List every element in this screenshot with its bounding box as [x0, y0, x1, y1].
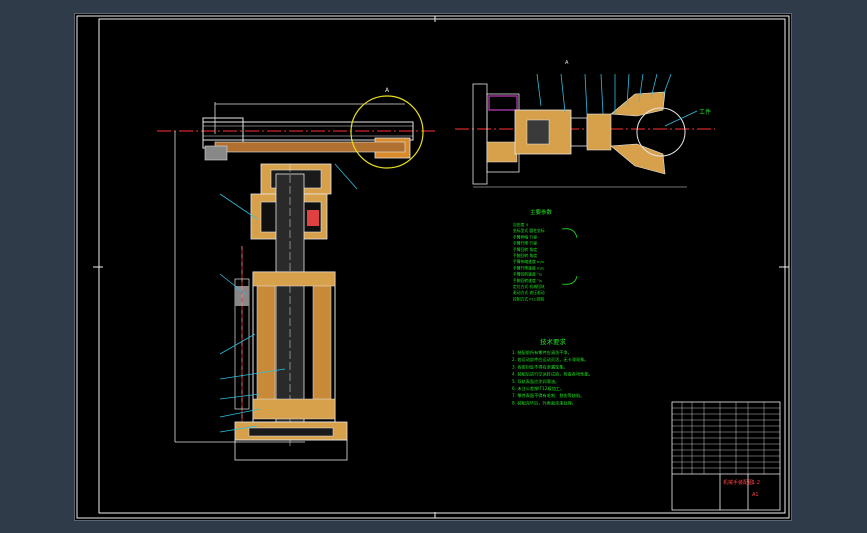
tech-line: 4. 装配后进行空运转试验，检查各项性能。	[512, 371, 593, 378]
spec-line: 手腕回转速度 °/s	[513, 278, 542, 283]
spec-line: 驱动方式 液压驱动	[513, 290, 545, 295]
workpiece-label: 工件	[699, 108, 711, 116]
spec-line: 坐标型式 圆柱坐标	[513, 228, 545, 233]
spec-line: 手臂回转 角度	[513, 247, 537, 252]
tech-line: 3. 各密封处不得有渗漏现象。	[512, 363, 568, 370]
spec-line: 定位方式 机械挡块	[513, 284, 545, 289]
tech-line: 7. 零件表面不得有毛刺、划伤等缺陷。	[512, 392, 584, 399]
tech-requirements: 技术要求 1. 装配前所有零件应清洗干净。2. 各运动部件应运动灵活，无卡滞现象…	[512, 337, 593, 406]
drawing-sheet: A1	[752, 492, 759, 498]
spec-line: 手臂回转速度 °/s	[513, 272, 542, 277]
drawing-name: 机械手装配图	[723, 479, 753, 486]
spec-line: 手臂伸缩速度 m/s	[513, 259, 544, 264]
spec-line: 手臂升降 行程	[513, 241, 537, 246]
drawing-canvas: A A 工件 主要参数 自由度 4坐标型式 圆柱坐标手臂伸缩 行程手臂升降 行程…	[76, 15, 790, 519]
spec-line: 手臂升降速度 m/s	[513, 265, 544, 270]
base-plate	[234, 439, 348, 461]
tech-title: 技术要求	[540, 337, 567, 346]
tech-line: 8. 装配完毕后，外表面涂漆处理。	[512, 399, 576, 406]
tech-line: 6. 未注公差按IT12级加工。	[512, 385, 564, 392]
tech-line: 1. 装配前所有零件应清洗干净。	[512, 349, 572, 356]
spec-line: 手腕回转 角度	[513, 253, 537, 258]
spec-title: 主要参数	[530, 208, 553, 216]
detail-callout-letter: A	[385, 87, 390, 94]
lower-jaw	[610, 143, 666, 175]
spec-line: 手臂伸缩 行程	[513, 234, 537, 239]
spec-block: 主要参数 自由度 4坐标型式 圆柱坐标手臂伸缩 行程手臂升降 行程手臂回转 角度…	[513, 208, 578, 301]
title-block: 机械手装配图 1:2 A1	[671, 401, 781, 511]
left-view-arm: A	[157, 87, 435, 461]
drawing-scale: 1:2	[752, 480, 760, 486]
tech-line: 5. 导轨表面应涂润滑油。	[512, 378, 559, 385]
right-view-gripper: A 工件	[455, 60, 715, 188]
spec-line: 自由度 4	[513, 222, 529, 227]
cad-viewport[interactable]: A A 工件 主要参数 自由度 4 坐标型式 圆柱坐标 手臂伸缩 行程 手臂升降…	[74, 13, 792, 521]
tech-line: 2. 各运动部件应运动灵活，无卡滞现象。	[512, 356, 589, 363]
centering-marks	[93, 16, 789, 518]
spec-line: 控制方式 PLC控制	[513, 296, 544, 301]
upper-jaw	[610, 91, 666, 117]
section-letter: A	[565, 60, 569, 66]
workpiece-circle	[636, 107, 686, 157]
